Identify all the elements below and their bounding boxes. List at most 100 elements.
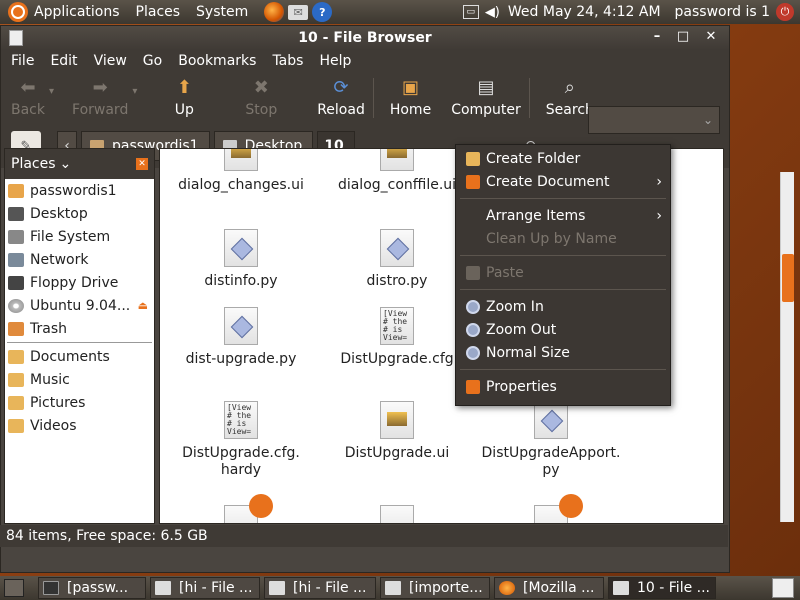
help-launcher-icon[interactable]: ? bbox=[312, 2, 333, 22]
taskbar-button[interactable]: [hi - File ... bbox=[264, 577, 376, 599]
clock[interactable]: Wed May 24, 4:12 AM bbox=[508, 4, 661, 20]
minimize-button[interactable]: – bbox=[646, 28, 668, 46]
forward-history-chevron-icon[interactable]: ▾ bbox=[132, 86, 137, 97]
sidebar-separator bbox=[7, 342, 152, 343]
menu-item-label: Paste bbox=[486, 264, 524, 281]
file-item[interactable] bbox=[166, 494, 316, 523]
menu-item-normal-size[interactable]: Normal Size bbox=[456, 341, 670, 364]
taskbar-button[interactable]: [importe... bbox=[380, 577, 490, 599]
taskbar-label: [hi - File ... bbox=[179, 580, 253, 596]
sidebar-item-cdrom[interactable]: Ubuntu 9.04... ⏏ bbox=[5, 294, 154, 317]
file-item[interactable]: DistUpgrade.ui bbox=[322, 401, 472, 462]
ui-file-icon bbox=[380, 149, 414, 171]
scrollbar-thumb[interactable] bbox=[782, 254, 794, 302]
taskbar-button[interactable]: [Mozilla ... bbox=[494, 577, 604, 599]
file-item[interactable]: dialog_changes.ui bbox=[166, 149, 316, 194]
window-titlebar[interactable]: 10 - File Browser – □ ✕ bbox=[1, 26, 729, 50]
trash-icon bbox=[8, 321, 24, 336]
forward-arrow-icon: ➡ bbox=[92, 76, 108, 98]
desktop-icon bbox=[8, 206, 24, 221]
back-button[interactable]: ⬅ Back bbox=[11, 76, 45, 119]
terminal-icon bbox=[43, 581, 59, 595]
menu-item-create-folder[interactable]: Create Folder bbox=[456, 147, 670, 170]
file-item[interactable]: [View # the # is View= DistUpgrade.cfg. … bbox=[166, 401, 316, 479]
sidebar-item-trash[interactable]: Trash bbox=[5, 317, 154, 340]
menu-edit[interactable]: Edit bbox=[44, 53, 83, 69]
menu-go[interactable]: Go bbox=[137, 53, 168, 69]
sidebar-item-documents[interactable]: Documents bbox=[5, 345, 154, 368]
file-item[interactable]: dialog_conffile.ui bbox=[322, 149, 472, 194]
sidebar-item-floppy[interactable]: Floppy Drive bbox=[5, 271, 154, 294]
search-button[interactable]: ⌕ Search bbox=[546, 76, 594, 119]
harddisk-icon bbox=[8, 229, 24, 244]
stop-button[interactable]: ✖ Stop bbox=[245, 76, 277, 119]
menu-item-zoom-in[interactable]: Zoom In bbox=[456, 295, 670, 318]
trash-applet-icon[interactable] bbox=[772, 578, 794, 598]
taskbar-button[interactable]: [hi - File ... bbox=[150, 577, 260, 599]
menu-file[interactable]: File bbox=[5, 53, 40, 69]
file-item[interactable] bbox=[476, 494, 626, 523]
up-button[interactable]: ⬆ Up bbox=[173, 76, 195, 119]
home-button[interactable]: ▣ Home bbox=[390, 76, 431, 119]
back-label: Back bbox=[11, 102, 45, 118]
view-mode-select[interactable]: ⌄ bbox=[588, 106, 720, 134]
reload-button[interactable]: ⟳ Reload bbox=[317, 76, 365, 119]
sidebar-item-home[interactable]: passwordis1 bbox=[5, 179, 154, 202]
menu-item-properties[interactable]: Properties bbox=[456, 375, 670, 398]
window-title: 10 - File Browser bbox=[298, 30, 432, 46]
sidebar-item-filesystem[interactable]: File System bbox=[5, 225, 154, 248]
menu-item-create-document[interactable]: Create Document › bbox=[456, 170, 670, 193]
places-menu[interactable]: Places bbox=[136, 4, 181, 20]
ubuntu-logo-icon[interactable] bbox=[8, 2, 28, 22]
eject-icon[interactable]: ⏏ bbox=[138, 299, 148, 312]
menu-help[interactable]: Help bbox=[313, 53, 357, 69]
file-item[interactable]: [View # the # is View= DistUpgrade.cfg bbox=[322, 307, 472, 368]
forward-label: Forward bbox=[72, 102, 129, 118]
sidebar-header[interactable]: Places ⌄ ✕ bbox=[5, 149, 154, 179]
user-switcher[interactable]: password is 1 bbox=[675, 4, 770, 20]
close-button[interactable]: ✕ bbox=[700, 28, 722, 46]
chevron-right-icon: › bbox=[656, 207, 662, 224]
show-desktop-button[interactable] bbox=[4, 579, 24, 597]
file-browser-icon bbox=[155, 581, 171, 595]
menu-view[interactable]: View bbox=[88, 53, 133, 69]
sidebar-item-videos[interactable]: Videos bbox=[5, 414, 154, 437]
menu-item-paste[interactable]: Paste bbox=[456, 261, 670, 284]
taskbar-button[interactable]: [passw... bbox=[38, 577, 146, 599]
menu-item-clean-up[interactable]: Clean Up by Name bbox=[456, 227, 670, 250]
menu-separator bbox=[460, 369, 666, 370]
file-browser-icon bbox=[613, 581, 629, 595]
menu-bookmarks[interactable]: Bookmarks bbox=[172, 53, 262, 69]
menu-item-arrange-items[interactable]: Arrange Items › bbox=[456, 204, 670, 227]
ui-file-icon bbox=[224, 149, 258, 171]
vertical-scrollbar[interactable] bbox=[780, 172, 794, 522]
applications-menu[interactable]: Applications bbox=[34, 4, 120, 20]
back-history-chevron-icon[interactable]: ▾ bbox=[49, 86, 54, 97]
menu-separator bbox=[460, 289, 666, 290]
network-icon[interactable]: ▭ bbox=[462, 5, 479, 19]
volume-icon[interactable]: ◀) bbox=[485, 5, 500, 20]
mail-launcher-icon[interactable]: ✉ bbox=[288, 4, 309, 20]
menu-tabs[interactable]: Tabs bbox=[266, 53, 309, 69]
taskbar-button[interactable]: 10 - File ... bbox=[608, 577, 716, 599]
file-item[interactable]: DistUpgradeApport. py bbox=[476, 401, 626, 479]
menu-item-zoom-out[interactable]: Zoom Out bbox=[456, 318, 670, 341]
maximize-button[interactable]: □ bbox=[672, 28, 694, 46]
sidebar-item-pictures[interactable]: Pictures bbox=[5, 391, 154, 414]
computer-button[interactable]: ▤ Computer bbox=[451, 76, 521, 119]
power-icon[interactable]: ⏻ bbox=[776, 3, 794, 21]
sidebar-item-desktop[interactable]: Desktop bbox=[5, 202, 154, 225]
system-menu[interactable]: System bbox=[196, 4, 248, 20]
file-item[interactable]: distro.py bbox=[322, 229, 472, 290]
file-item[interactable]: dist-upgrade.py bbox=[166, 307, 316, 368]
file-item[interactable]: distinfo.py bbox=[166, 229, 316, 290]
close-sidebar-icon[interactable]: ✕ bbox=[136, 158, 148, 170]
status-bar: 84 items, Free space: 6.5 GB bbox=[0, 525, 728, 547]
chevron-right-icon: › bbox=[656, 173, 662, 190]
sidebar-item-network[interactable]: Network bbox=[5, 248, 154, 271]
sidebar-item-music[interactable]: Music bbox=[5, 368, 154, 391]
file-item[interactable] bbox=[322, 505, 472, 523]
forward-button[interactable]: ➡ Forward bbox=[72, 76, 129, 119]
zoom-out-icon bbox=[466, 322, 480, 337]
firefox-launcher-icon[interactable] bbox=[264, 2, 285, 22]
